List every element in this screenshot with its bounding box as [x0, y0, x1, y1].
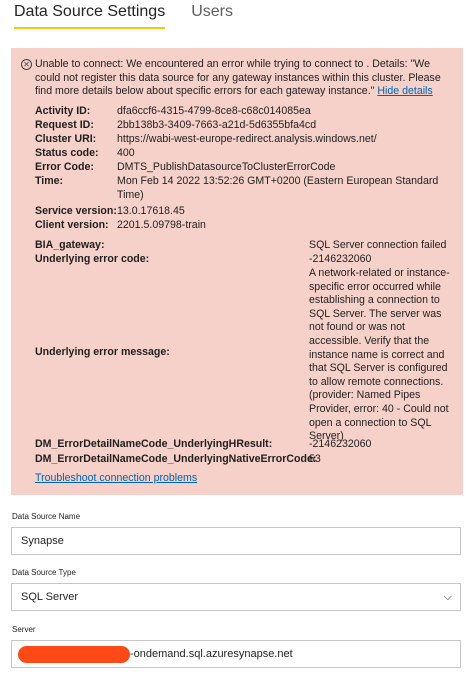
data-source-name-input[interactable]: Synapse: [11, 527, 461, 555]
underlying-code-value: -2146232060: [309, 253, 372, 265]
data-source-name-label: Data Source Name: [12, 512, 81, 521]
underlying-message-value: A network-related or instance-specific e…: [309, 267, 450, 443]
detail-key: Time:: [35, 175, 64, 187]
server-value: -ondemand.sql.azuresynapse.net: [130, 648, 293, 660]
detail-key: Activity ID:: [35, 105, 91, 117]
error-message: Unable to connect: We encountered an err…: [35, 58, 453, 99]
error-circle-icon: ✕: [21, 59, 32, 70]
tab-users[interactable]: Users: [191, 0, 233, 30]
detail-key: Status code:: [35, 147, 99, 159]
detail-value: DMTS_PublishDatasourceToClusterErrorCode: [117, 161, 336, 173]
data-source-type-label: Data Source Type: [12, 568, 76, 577]
data-source-type-value: SQL Server: [21, 591, 79, 603]
detail-value: dfa6ccf6-4315-4799-8ce8-c68c014085ea: [117, 105, 311, 117]
underlying-code-key: Underlying error code:: [35, 253, 150, 265]
redaction-mark: [18, 646, 130, 663]
hresult-key: DM_ErrorDetailNameCode_UnderlyingHResult…: [35, 438, 273, 450]
detail-value: 400: [117, 147, 135, 159]
data-source-name-value: Synapse: [21, 535, 64, 547]
detail-key: Cluster URI:: [35, 133, 97, 145]
underlying-message-key: Underlying error message:: [35, 346, 170, 358]
troubleshoot-link[interactable]: Troubleshoot connection problems: [35, 472, 197, 486]
detail-key: Request ID:: [35, 119, 94, 131]
gateway-key: BIA_gateway:: [35, 239, 105, 251]
native-error-value: 53: [309, 453, 321, 465]
chevron-down-icon: ⌵: [443, 591, 452, 603]
data-source-type-select[interactable]: SQL Server ⌵: [11, 583, 461, 611]
hide-details-link[interactable]: Hide details: [377, 85, 432, 97]
detail-value: 13.0.17618.45: [117, 205, 185, 217]
server-input[interactable]: -ondemand.sql.azuresynapse.net: [11, 640, 461, 668]
hresult-value: -2146232060: [309, 438, 372, 450]
tab-bar: Data Source Settings Users: [14, 0, 259, 30]
server-label: Server: [12, 625, 36, 634]
detail-key: Error Code:: [35, 161, 94, 173]
native-error-key: DM_ErrorDetailNameCode_UnderlyingNativeE…: [35, 453, 317, 465]
error-panel: ✕ Unable to connect: We encountered an e…: [11, 48, 463, 495]
detail-value: https://wabi-west-europe-redirect.analys…: [117, 133, 377, 145]
detail-key: Service version:: [35, 205, 117, 217]
detail-value: 2bb138b3-3409-7663-a21d-5d6355bfa4cd: [117, 119, 317, 131]
detail-value: 2201.5.09798-train: [117, 219, 206, 231]
gateway-value: SQL Server connection failed: [309, 239, 447, 251]
detail-value: Mon Feb 14 2022 13:52:26 GMT+0200 (Easte…: [117, 175, 439, 201]
detail-key: Client version:: [35, 219, 109, 231]
tab-data-source-settings[interactable]: Data Source Settings: [14, 0, 166, 30]
